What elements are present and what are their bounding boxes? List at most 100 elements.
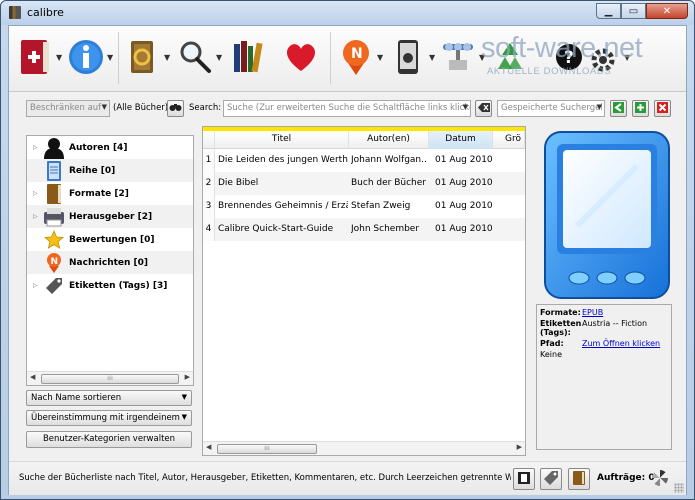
chevron-down-icon[interactable]: ▼ xyxy=(107,53,115,62)
chevron-down-icon: ▼ xyxy=(462,103,468,111)
chevron-down-icon[interactable]: ▼ xyxy=(429,53,437,62)
news-icon: N xyxy=(43,252,65,274)
book-details-panel: Formate: EPUB Etiketten (Tags): Austria … xyxy=(536,304,672,450)
tag-category-authors[interactable]: ▷ Autoren [4] xyxy=(27,136,193,159)
scroll-right-icon[interactable]: ▶ xyxy=(185,373,190,381)
save-search-button[interactable] xyxy=(632,100,649,117)
view-button[interactable]: ▼ xyxy=(175,35,224,79)
cell-title: Die Bibel xyxy=(218,178,259,188)
tag-category-ratings[interactable]: Bewertungen [0] xyxy=(27,228,193,251)
expand-arrow-icon[interactable]: ▷ xyxy=(33,144,43,151)
tag-category-publishers[interactable]: ▷ Herausgeber [2] xyxy=(27,205,193,228)
cover-view[interactable] xyxy=(537,126,672,302)
tag-icon xyxy=(543,470,559,489)
edit-metadata-button[interactable]: ▼ xyxy=(66,35,115,79)
series-icon xyxy=(43,160,65,182)
table-row[interactable]: 2 Die Bibel Buch der Bücher 01 Aug 2010 xyxy=(203,172,525,195)
match-mode-combo[interactable]: Übereinstimmung mit irgendeinem ▼ xyxy=(26,410,192,426)
plus-icon xyxy=(635,101,646,116)
tag-browser-hscrollbar[interactable]: ◀ ⁞⁞⁞ ▶ xyxy=(27,371,193,385)
table-row[interactable]: 1 Die Leiden des jungen Werther Johann W… xyxy=(203,149,525,172)
scroll-left-icon[interactable]: ◀ xyxy=(206,443,211,451)
table-row[interactable]: 3 Brennendes Geheimnis / Erzä... Stefan … xyxy=(203,195,525,218)
advanced-search-button[interactable] xyxy=(167,100,184,117)
detail-formats: Formate: EPUB xyxy=(540,308,668,317)
table-row[interactable]: 4 Calibre Quick-Start-Guide John Schembe… xyxy=(203,218,525,241)
send-to-device-button[interactable]: ▼ xyxy=(388,35,437,79)
book-list-hscrollbar[interactable]: ◀ ⁞⁞⁞ ▶ xyxy=(203,441,525,455)
search-bar: Beschränken auf ▼ (Alle Bücher) Search: S… xyxy=(9,92,686,126)
column-header-authors[interactable]: Autor(en) xyxy=(349,131,429,149)
manage-user-categories-button[interactable]: Benutzer-Kategorien verwalten xyxy=(26,431,192,448)
minimize-button[interactable]: ▁ xyxy=(596,3,621,19)
row-number-header xyxy=(203,131,215,149)
detail-extra: Keine xyxy=(540,350,668,359)
expand-arrow-icon[interactable]: ▷ xyxy=(33,190,43,197)
device-cover-icon xyxy=(544,131,670,299)
restrict-combo[interactable]: Beschränken auf ▼ xyxy=(26,100,110,117)
publisher-icon xyxy=(43,206,65,228)
tag-browser: ▷ Autoren [4] Reihe [0] ▷ Formate [2] ▷ … xyxy=(26,135,194,386)
clear-search-button[interactable] xyxy=(475,100,492,117)
star-icon xyxy=(43,229,65,251)
close-button[interactable]: ✕ xyxy=(646,3,688,19)
detail-label: Pfad: xyxy=(540,339,564,348)
load-saved-search-button[interactable] xyxy=(610,100,627,117)
tag-category-label: Reihe [0] xyxy=(69,165,116,176)
column-header-size[interactable]: Grö xyxy=(493,131,525,149)
tag-category-news[interactable]: N Nachrichten [0] xyxy=(27,251,193,274)
format-link[interactable]: EPUB xyxy=(582,308,603,317)
tag-category-label: Etiketten (Tags) [3] xyxy=(69,280,168,291)
table-header: Titel Autor(en) Datum Grö xyxy=(203,131,525,149)
delete-search-button[interactable] xyxy=(654,100,671,117)
cover-flow-button[interactable] xyxy=(513,468,535,490)
scrollbar-thumb[interactable]: ⁞⁞⁞ xyxy=(41,374,179,384)
saved-search-combo[interactable]: Gespeicherte Suchergel ▼ xyxy=(497,100,605,117)
sort-by-combo[interactable]: Nach Name sortieren ▼ xyxy=(26,390,192,406)
cell-date: 01 Aug 2010 xyxy=(435,178,493,188)
resize-grip[interactable] xyxy=(674,483,684,493)
tag-category-series[interactable]: Reihe [0] xyxy=(27,159,193,182)
heart-icon xyxy=(281,37,321,77)
donate-button[interactable] xyxy=(281,35,321,79)
maximize-button[interactable]: ▭ xyxy=(621,3,646,19)
tag-category-formats[interactable]: ▷ Formate [2] xyxy=(27,182,193,205)
restrict-combo-label: Beschränken auf xyxy=(30,103,102,113)
load-icon xyxy=(613,101,624,116)
column-header-title[interactable]: Titel xyxy=(215,131,349,149)
bookshelf-icon xyxy=(229,37,269,77)
chevron-down-icon[interactable]: ▼ xyxy=(377,53,385,62)
library-button[interactable] xyxy=(229,35,269,79)
status-text: Suche der Bücherliste nach Titel, Autor,… xyxy=(19,473,511,483)
fetch-news-button[interactable]: N ▼ xyxy=(336,35,385,79)
tag-browser-toggle-button[interactable] xyxy=(540,468,562,490)
scroll-right-icon[interactable]: ▶ xyxy=(517,443,522,451)
detail-tags: Etiketten (Tags): Austria -- Fiction xyxy=(540,319,668,337)
jobs-counter[interactable]: Aufträge: 0 xyxy=(597,473,655,483)
open-path-link[interactable]: Zum Öffnen klicken xyxy=(582,339,660,348)
search-input[interactable]: Suche (Zur erweiterten Suche die Schaltf… xyxy=(223,100,471,117)
convert-books-button[interactable]: ▼ xyxy=(123,35,172,79)
tag-icon xyxy=(43,275,65,297)
magnifier-icon xyxy=(175,37,215,77)
chevron-down-icon: ▼ xyxy=(181,413,187,421)
tag-category-tags[interactable]: ▷ Etiketten (Tags) [3] xyxy=(27,274,193,297)
scrollbar-thumb[interactable]: ⁞⁞⁞ xyxy=(217,444,317,454)
chevron-down-icon[interactable]: ▼ xyxy=(56,53,64,62)
cell-date: 01 Aug 2010 xyxy=(435,155,493,165)
detail-value: Keine xyxy=(540,350,562,359)
chevron-down-icon[interactable]: ▼ xyxy=(164,53,172,62)
book-details-toggle-button[interactable] xyxy=(568,468,590,490)
book-icon xyxy=(572,470,586,489)
expand-arrow-icon[interactable]: ▷ xyxy=(33,213,43,220)
clear-icon xyxy=(477,102,490,115)
row-number: 2 xyxy=(203,172,215,195)
add-books-button[interactable]: ▼ xyxy=(15,35,64,79)
expand-arrow-icon[interactable]: ▷ xyxy=(33,282,43,289)
chevron-down-icon[interactable]: ▼ xyxy=(216,53,224,62)
column-header-date[interactable]: Datum xyxy=(429,131,493,149)
device-icon xyxy=(388,37,428,77)
sort-by-label: Nach Name sortieren xyxy=(31,393,122,403)
connect-share-button[interactable]: ▼ xyxy=(438,35,487,79)
scroll-left-icon[interactable]: ◀ xyxy=(30,373,35,381)
